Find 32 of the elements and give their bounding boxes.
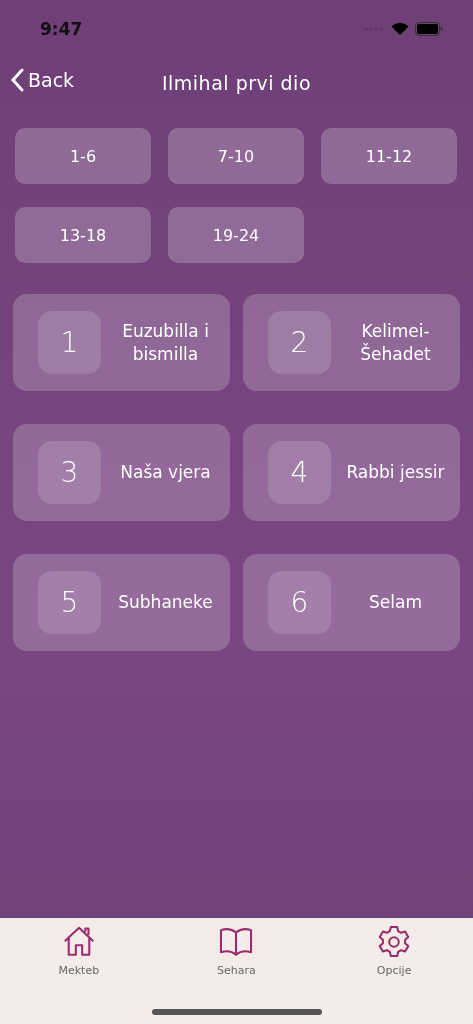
range-button[interactable]: 1-6 xyxy=(15,128,151,184)
lesson-number: 4 xyxy=(268,441,331,504)
tab-item[interactable]: Sehara xyxy=(176,922,297,978)
lesson-title: Subhaneke xyxy=(117,591,214,614)
lesson-number: 1 xyxy=(38,311,101,374)
lesson-number: 2 xyxy=(268,311,331,374)
battery-icon xyxy=(415,22,443,36)
lesson-card[interactable]: 4 Rabbi jessir xyxy=(243,424,460,521)
range-button[interactable]: 11-12 xyxy=(321,128,457,184)
lesson-card[interactable]: 6 Selam xyxy=(243,554,460,651)
wifi-icon xyxy=(391,22,409,36)
lesson-title: Selam xyxy=(368,591,423,614)
back-button[interactable]: Back xyxy=(10,68,75,92)
lesson-card[interactable]: 5 Subhaneke xyxy=(13,554,230,651)
status-time: 9:47 xyxy=(40,19,83,39)
lesson-title: Rabbi jessir xyxy=(345,461,446,484)
lesson-card[interactable]: 1 Euzubilla i bismilla xyxy=(13,294,230,391)
lesson-number: 3 xyxy=(38,441,101,504)
tab-item[interactable]: Mekteb xyxy=(18,922,139,978)
lesson-number: 6 xyxy=(268,571,331,634)
lesson-card[interactable]: 2 Kelimei-Šehadet xyxy=(243,294,460,391)
range-button[interactable]: 13-18 xyxy=(15,207,151,263)
lesson-card[interactable]: 3 Naša vjera xyxy=(13,424,230,521)
tab-item[interactable]: Opcije xyxy=(334,922,455,978)
chevron-left-icon xyxy=(10,68,24,92)
screen-title: Ilmihal prvi dio xyxy=(161,72,312,94)
range-button[interactable]: 19-24 xyxy=(168,207,304,263)
lesson-title: Kelimei-Šehadet xyxy=(359,319,432,366)
lesson-title: Naša vjera xyxy=(119,461,212,484)
range-button[interactable]: 7-10 xyxy=(168,128,304,184)
lesson-title: Euzubilla i bismilla xyxy=(121,319,210,366)
lesson-number: 5 xyxy=(38,571,101,634)
